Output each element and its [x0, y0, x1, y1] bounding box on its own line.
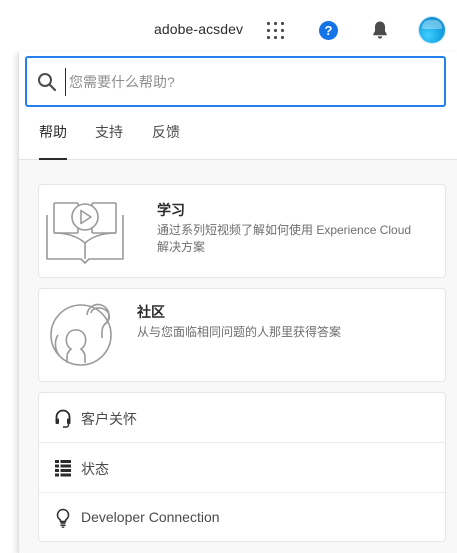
search-box	[25, 56, 446, 107]
tab-feedback[interactable]: 反馈	[152, 122, 180, 160]
page-background	[0, 58, 18, 553]
community-card-title: 社区	[137, 304, 165, 320]
help-icon[interactable]: ?	[319, 21, 338, 40]
community-icon	[50, 303, 112, 366]
status-list-icon	[55, 460, 71, 477]
avatar[interactable]	[419, 17, 445, 43]
learn-card[interactable]: 学习 通过系列短视频了解如何使用 Experience Cloud 解决方案	[38, 184, 446, 278]
link-label: Developer Connection	[81, 509, 220, 525]
bell-icon[interactable]	[371, 20, 389, 40]
help-links-list: 客户关怀 状态 Developer Connection	[38, 392, 446, 542]
learn-card-title: 学习	[157, 202, 185, 218]
link-label: 状态	[81, 461, 109, 477]
link-customer-care[interactable]: 客户关怀	[39, 393, 445, 443]
lightbulb-icon	[56, 508, 70, 528]
tab-label: 支持	[95, 124, 123, 140]
book-video-icon	[46, 202, 124, 264]
learn-card-description-cont: 解决方案	[157, 240, 206, 254]
tab-support[interactable]: 支持	[95, 122, 123, 160]
app-header: adobe-acsdev ?	[0, 0, 457, 58]
learn-card-description: 通过系列短视频了解如何使用 Experience Cloud	[157, 223, 412, 237]
headset-icon	[55, 409, 71, 428]
help-panel-header: 帮助 支持 反馈	[19, 52, 457, 160]
community-card[interactable]: 社区 从与您面临相同问题的人那里获得答案	[38, 288, 446, 382]
link-label: 客户关怀	[81, 411, 137, 427]
link-status[interactable]: 状态	[39, 443, 445, 493]
apps-grid-icon[interactable]	[266, 21, 286, 41]
search-input[interactable]	[65, 68, 435, 96]
tab-label: 帮助	[39, 124, 67, 140]
tab-label: 反馈	[152, 124, 180, 140]
community-card-description: 从与您面临相同问题的人那里获得答案	[137, 325, 342, 339]
org-switcher[interactable]: adobe-acsdev	[154, 21, 243, 37]
link-developer-connection[interactable]: Developer Connection	[39, 493, 445, 543]
help-glyph: ?	[324, 23, 333, 38]
search-icon	[38, 73, 57, 92]
tab-active-indicator	[39, 158, 67, 160]
tab-help[interactable]: 帮助	[39, 122, 67, 160]
help-panel: 帮助 支持 反馈 学习 通过系列短视频了解如何使用 Expe	[18, 52, 457, 553]
